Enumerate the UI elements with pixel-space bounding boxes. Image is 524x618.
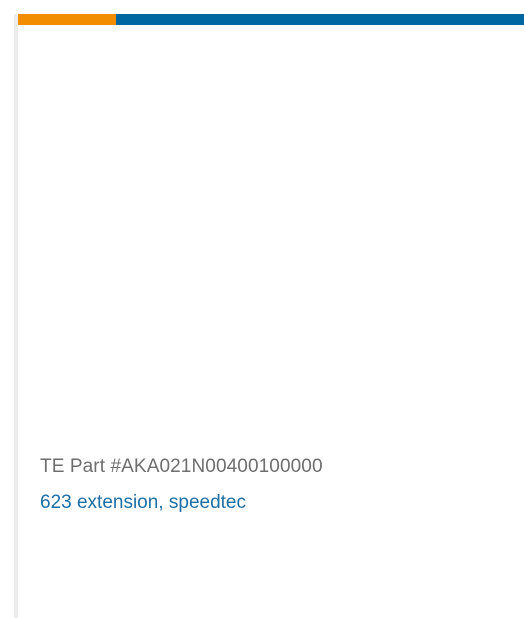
product-name-link[interactable]: 623 extension, speedtec — [40, 492, 246, 514]
product-card[interactable]: TE Part #AKA021N00400100000 623 extensio… — [14, 14, 524, 618]
page: TE Part #AKA021N00400100000 623 extensio… — [0, 0, 524, 618]
part-number: TE Part #AKA021N00400100000 — [40, 456, 323, 477]
accent-bar-orange — [18, 14, 116, 25]
accent-bar-blue — [116, 14, 524, 25]
accent-bar — [18, 14, 524, 25]
product-image-area[interactable] — [18, 25, 524, 445]
